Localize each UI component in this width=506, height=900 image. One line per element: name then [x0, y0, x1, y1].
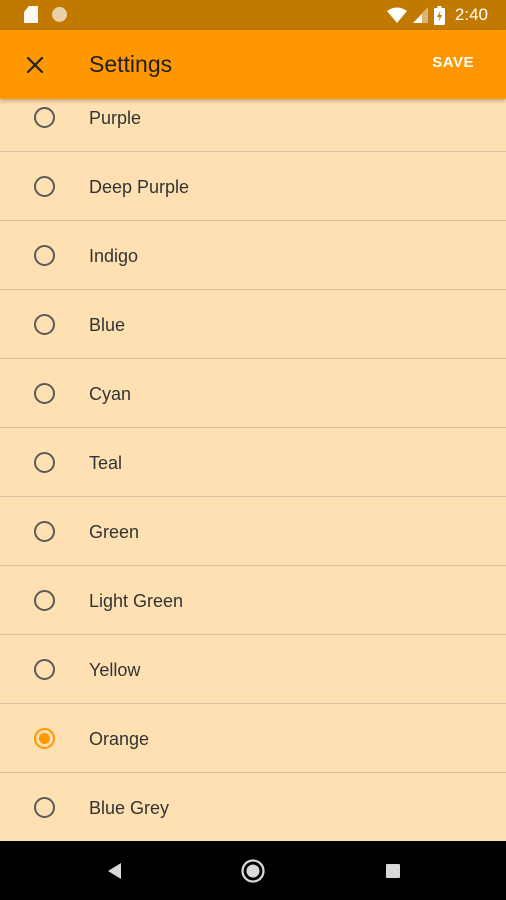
option-label: Green: [89, 522, 140, 542]
page-title: Settings: [89, 51, 173, 77]
system-icons: 2:40: [386, 4, 488, 26]
radio-button[interactable]: [34, 314, 55, 335]
close-icon: [26, 56, 44, 74]
option-cyan[interactable]: Cyan: [0, 359, 506, 428]
color-option-list: Purple Deep Purple Indigo Blue Cyan Teal Green…: [0, 83, 506, 842]
option-label: Orange: [89, 729, 150, 749]
back-icon: [108, 863, 121, 879]
back-button[interactable]: [100, 857, 128, 885]
radio-button[interactable]: [34, 521, 55, 542]
option-orange[interactable]: Orange: [0, 704, 506, 773]
wifi-icon: [386, 7, 407, 23]
app-bar: Settings SAVE: [0, 30, 506, 99]
notification-icons: [24, 6, 67, 23]
save-button[interactable]: SAVE: [432, 54, 474, 71]
navigation-bar: [0, 841, 506, 900]
option-label: Cyan: [89, 384, 132, 404]
option-green[interactable]: Green: [0, 497, 506, 566]
recents-button[interactable]: [379, 857, 407, 885]
radio-button[interactable]: [34, 107, 55, 128]
radio-button[interactable]: [34, 590, 55, 611]
option-label: Blue: [89, 315, 126, 335]
option-deep-purple[interactable]: Deep Purple: [0, 152, 506, 221]
status-bar: 2:40: [0, 0, 506, 30]
option-label: Purple: [89, 108, 142, 128]
radio-button[interactable]: [34, 797, 55, 818]
battery-icon: [433, 5, 445, 25]
radio-button[interactable]: [34, 176, 55, 197]
option-teal[interactable]: Teal: [0, 428, 506, 497]
status-time: 2:40: [454, 5, 488, 24]
option-indigo[interactable]: Indigo: [0, 221, 506, 290]
recents-icon: [386, 864, 400, 878]
signal-icon: [412, 7, 428, 23]
radio-button[interactable]: [34, 383, 55, 404]
radio-button[interactable]: [34, 452, 55, 473]
close-button[interactable]: [18, 48, 52, 82]
option-label: Teal: [89, 453, 123, 473]
radio-button[interactable]: [34, 659, 55, 680]
option-label: Yellow: [89, 660, 141, 680]
option-label: Indigo: [89, 246, 139, 266]
option-light-green[interactable]: Light Green: [0, 566, 506, 635]
option-label: Light Green: [89, 591, 184, 611]
sd-card-icon: [24, 6, 38, 23]
circle-icon: [52, 7, 67, 22]
radio-button[interactable]: [34, 728, 55, 749]
option-label: Deep Purple: [89, 177, 190, 197]
radio-button[interactable]: [34, 245, 55, 266]
option-blue[interactable]: Blue: [0, 290, 506, 359]
option-blue-grey[interactable]: Blue Grey: [0, 773, 506, 842]
home-icon: [241, 859, 265, 883]
home-button[interactable]: [239, 857, 267, 885]
option-label: Blue Grey: [89, 798, 170, 818]
option-yellow[interactable]: Yellow: [0, 635, 506, 704]
